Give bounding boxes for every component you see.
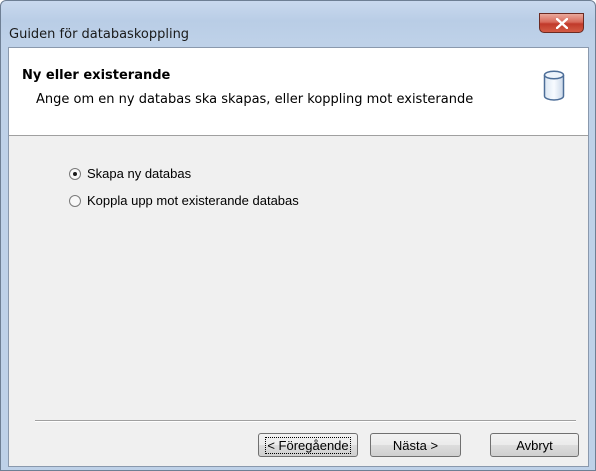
- window-title: Guiden för databaskoppling: [9, 27, 190, 42]
- page-subtitle: Ange om en ny databas ska skapas, eller …: [36, 92, 474, 107]
- title-bar[interactable]: Guiden för databaskoppling: [1, 1, 595, 47]
- radio-connect-existing[interactable]: [69, 194, 81, 207]
- next-button-label: Nästa >: [392, 437, 439, 453]
- back-button[interactable]: < Föregående: [258, 433, 358, 457]
- wizard-header: Ny eller existerande Ange om en ny datab…: [9, 48, 588, 136]
- radio-create-new[interactable]: [69, 167, 81, 180]
- page-title: Ny eller existerande: [22, 68, 171, 83]
- back-button-label: < Föregående: [265, 436, 351, 454]
- close-icon: [555, 17, 568, 29]
- option-create-new[interactable]: Skapa ny databas: [69, 166, 191, 181]
- wizard-window: Guiden för databaskoppling Ny eller exis…: [0, 0, 596, 471]
- option-connect-existing[interactable]: Koppla upp mot existerande databas: [69, 193, 299, 208]
- close-button[interactable]: [539, 13, 584, 33]
- database-icon: [543, 70, 565, 101]
- cancel-button[interactable]: Avbryt: [490, 433, 579, 457]
- cancel-button-label: Avbryt: [516, 437, 553, 453]
- option-connect-existing-label: Koppla upp mot existerande databas: [87, 193, 299, 208]
- footer-separator: [35, 420, 576, 422]
- wizard-body: Ny eller existerande Ange om en ny datab…: [8, 47, 589, 467]
- next-button[interactable]: Nästa >: [370, 433, 461, 457]
- option-create-new-label: Skapa ny databas: [87, 166, 192, 181]
